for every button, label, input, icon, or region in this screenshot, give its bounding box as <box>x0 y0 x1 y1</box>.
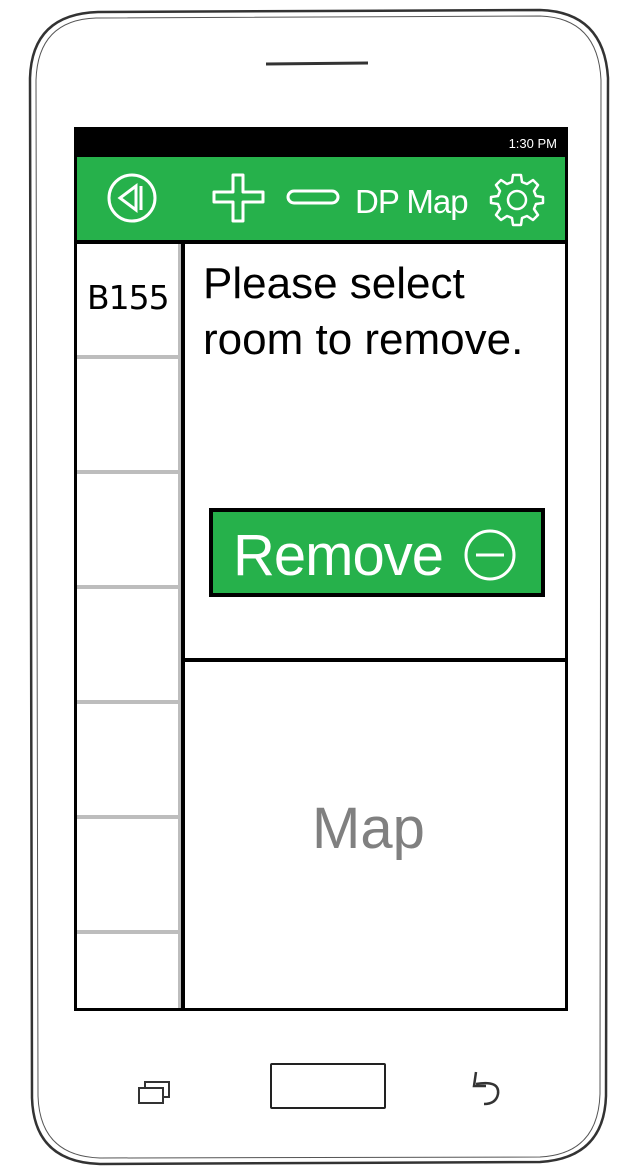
remove-button-label: Remove <box>233 523 444 588</box>
list-item[interactable] <box>77 359 181 474</box>
gear-icon[interactable] <box>489 171 545 227</box>
list-item[interactable] <box>77 474 181 589</box>
list-item[interactable] <box>77 934 181 1008</box>
status-bar: 1:30 PM <box>77 130 565 157</box>
list-item[interactable] <box>77 704 181 819</box>
list-item[interactable]: B155 <box>77 244 181 359</box>
map-placeholder-label: Map <box>312 796 425 861</box>
room-list: B155 <box>77 244 185 1008</box>
list-item[interactable] <box>77 589 181 704</box>
home-button[interactable] <box>270 1063 386 1109</box>
remove-button[interactable]: Remove <box>209 508 545 597</box>
back-arrow-icon[interactable] <box>464 1066 508 1110</box>
back-icon[interactable] <box>105 171 159 225</box>
phone-screen: 1:30 PM DP Map B155 Please select room t… <box>74 127 568 1011</box>
recent-apps-icon[interactable] <box>136 1078 176 1108</box>
app-title: DP Map <box>355 183 469 220</box>
list-item-label: B155 <box>87 278 170 317</box>
remove-prompt: Please select room to remove. <box>203 259 524 364</box>
map-panel[interactable]: Map <box>185 662 565 1008</box>
list-item[interactable] <box>77 819 181 934</box>
plus-icon[interactable] <box>211 172 267 224</box>
remove-panel: Please select room to remove. Remove <box>185 244 565 662</box>
minus-icon[interactable] <box>285 188 341 208</box>
minus-circle-icon <box>464 529 516 581</box>
status-time: 1:30 PM <box>508 136 557 151</box>
app-bar: DP Map <box>77 157 565 244</box>
